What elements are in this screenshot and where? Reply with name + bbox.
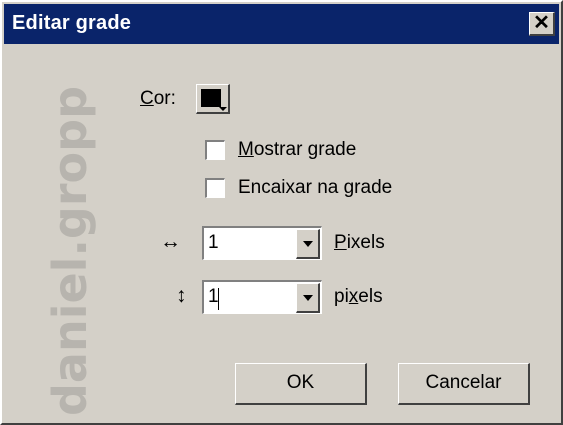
close-button[interactable]: ✕	[529, 12, 555, 36]
vertical-unit-accel: x	[348, 286, 359, 307]
horizontal-spacing-value: 1	[208, 232, 219, 253]
edit-grid-dialog: Editar grade ✕ daniel.gropp Cor: Mostrar…	[0, 0, 563, 425]
color-swatch	[201, 89, 221, 107]
vertical-arrows-icon: ↕	[176, 284, 187, 307]
dropdown-arrow-icon	[219, 107, 227, 111]
snap-to-grid-label-rest: Encaixar na grade	[238, 177, 393, 198]
cancel-button[interactable]: Cancelar	[398, 363, 530, 405]
color-label: Cor:	[140, 88, 176, 110]
color-label-accel: C	[140, 88, 154, 109]
ok-button[interactable]: OK	[235, 363, 367, 405]
horizontal-arrows-icon: ↔	[160, 230, 181, 253]
color-picker-button[interactable]	[196, 84, 230, 114]
show-grid-label[interactable]: Mostrar grade	[238, 139, 356, 161]
color-label-rest: or:	[153, 88, 176, 109]
vertical-unit-after: els	[358, 286, 383, 307]
watermark-text: daniel.gropp	[43, 86, 97, 416]
horizontal-spacing-combo[interactable]: 1	[202, 226, 322, 260]
snap-to-grid-label[interactable]: Encaixar na grade	[238, 177, 392, 199]
text-caret	[218, 288, 219, 310]
horizontal-unit-label: Pixels	[334, 232, 385, 254]
horizontal-dropdown-button[interactable]	[296, 229, 320, 259]
vertical-spacing-combo[interactable]: 1	[202, 280, 322, 314]
horizontal-unit-rest: ixels	[346, 232, 385, 253]
horizontal-unit-accel: P	[334, 232, 347, 253]
show-grid-label-rest: ostrar grade	[253, 139, 357, 160]
show-grid-checkbox[interactable]	[205, 140, 225, 160]
title-bar[interactable]: Editar grade ✕	[4, 4, 559, 44]
vertical-unit-label: pixels	[334, 286, 383, 308]
close-icon: ✕	[533, 12, 550, 34]
vertical-dropdown-button[interactable]	[296, 283, 320, 313]
snap-to-grid-checkbox[interactable]	[205, 178, 225, 198]
dialog-title: Editar grade	[12, 12, 132, 34]
show-grid-accel: M	[238, 139, 254, 160]
vertical-unit-before: pi	[334, 286, 349, 307]
watermark: daniel.gropp	[42, 56, 98, 416]
vertical-spacing-value: 1	[208, 286, 219, 307]
